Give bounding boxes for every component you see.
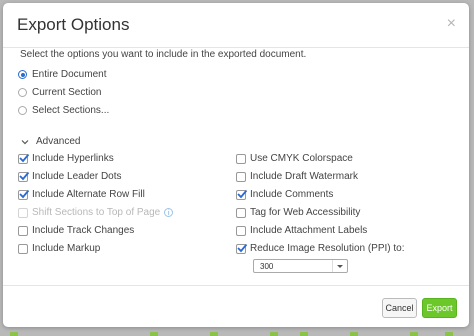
info-icon[interactable]: i	[164, 208, 174, 217]
option-label: Include Track Changes	[32, 225, 135, 236]
checkbox[interactable]	[18, 243, 28, 254]
ppi-select[interactable]: 300	[253, 259, 348, 273]
option-label: Shift Sections to Top of Page	[32, 207, 161, 218]
radio-select-sections[interactable]: Select Sections...	[18, 105, 109, 116]
checkbox[interactable]	[236, 171, 246, 182]
chevron-down-icon	[21, 139, 29, 144]
radio-label: Select Sections...	[32, 105, 110, 116]
radio-label: Entire Document	[32, 69, 107, 80]
checkbox[interactable]	[236, 153, 246, 164]
checkbox[interactable]	[236, 189, 248, 200]
option-label: Include Alternate Row Fill	[32, 189, 145, 200]
option-include-markup[interactable]: Include Markup	[18, 243, 100, 254]
option-label: Include Markup	[32, 243, 101, 254]
option-include-alternate-row-fill[interactable]: Include Alternate Row Fill	[18, 189, 145, 200]
option-label: Include Leader Dots	[32, 171, 122, 182]
instructions-text: Select the options you want to include i…	[20, 49, 307, 60]
dialog-title: Export Options	[17, 15, 130, 34]
radio-label: Current Section	[32, 87, 102, 98]
option-tag-web-accessibility[interactable]: Tag for Web Accessibility	[236, 207, 360, 218]
radio-entire-document[interactable]: Entire Document	[18, 69, 106, 80]
radio-button[interactable]	[18, 88, 27, 97]
option-label: Tag for Web Accessibility	[250, 207, 361, 218]
background-green-marks	[0, 330, 474, 336]
radio-button[interactable]	[18, 106, 27, 115]
option-include-track-changes[interactable]: Include Track Changes	[18, 225, 134, 236]
option-label: Include Comments	[250, 189, 334, 200]
option-label: Use CMYK Colorspace	[250, 153, 353, 164]
option-include-comments[interactable]: Include Comments	[236, 189, 333, 200]
checkmark-icon	[237, 189, 248, 198]
checkbox	[18, 207, 28, 218]
ppi-value: 300	[260, 262, 274, 271]
checkbox[interactable]	[18, 189, 30, 200]
option-label: Include Hyperlinks	[32, 153, 114, 164]
checkmark-icon	[19, 189, 30, 198]
export-options-dialog: Export Options × Select the options you …	[3, 3, 469, 327]
checkbox[interactable]	[236, 243, 248, 254]
option-label: Include Draft Watermark	[250, 171, 358, 182]
checkmark-icon	[19, 153, 30, 162]
advanced-label: Advanced	[36, 136, 81, 147]
close-icon[interactable]: ×	[447, 16, 456, 32]
option-include-leader-dots[interactable]: Include Leader Dots	[18, 171, 122, 182]
option-shift-sections-top: Shift Sections to Top of Page i	[18, 207, 174, 218]
radio-current-section[interactable]: Current Section	[18, 87, 101, 98]
dialog-header: Export Options ×	[3, 3, 469, 48]
dropdown-arrow-icon[interactable]	[332, 260, 347, 272]
advanced-toggle[interactable]: Advanced	[20, 136, 80, 147]
option-reduce-image-resolution[interactable]: Reduce Image Resolution (PPI) to:	[236, 243, 405, 254]
option-use-cmyk[interactable]: Use CMYK Colorspace	[236, 153, 353, 164]
option-label: Reduce Image Resolution (PPI) to:	[250, 243, 405, 254]
checkbox[interactable]	[18, 171, 30, 182]
option-include-draft-watermark[interactable]: Include Draft Watermark	[236, 171, 358, 182]
checkbox[interactable]	[18, 153, 30, 164]
footer-divider	[3, 285, 469, 286]
option-label: Include Attachment Labels	[250, 225, 368, 236]
export-button[interactable]: Export	[422, 298, 457, 318]
cancel-button[interactable]: Cancel	[382, 298, 417, 318]
checkmark-icon	[19, 171, 30, 180]
checkbox[interactable]	[18, 225, 28, 236]
option-include-hyperlinks[interactable]: Include Hyperlinks	[18, 153, 114, 164]
checkbox[interactable]	[236, 207, 246, 218]
option-include-attachment-labels[interactable]: Include Attachment Labels	[236, 225, 367, 236]
checkmark-icon	[237, 243, 248, 252]
radio-button[interactable]	[18, 70, 27, 79]
checkbox[interactable]	[236, 225, 246, 236]
